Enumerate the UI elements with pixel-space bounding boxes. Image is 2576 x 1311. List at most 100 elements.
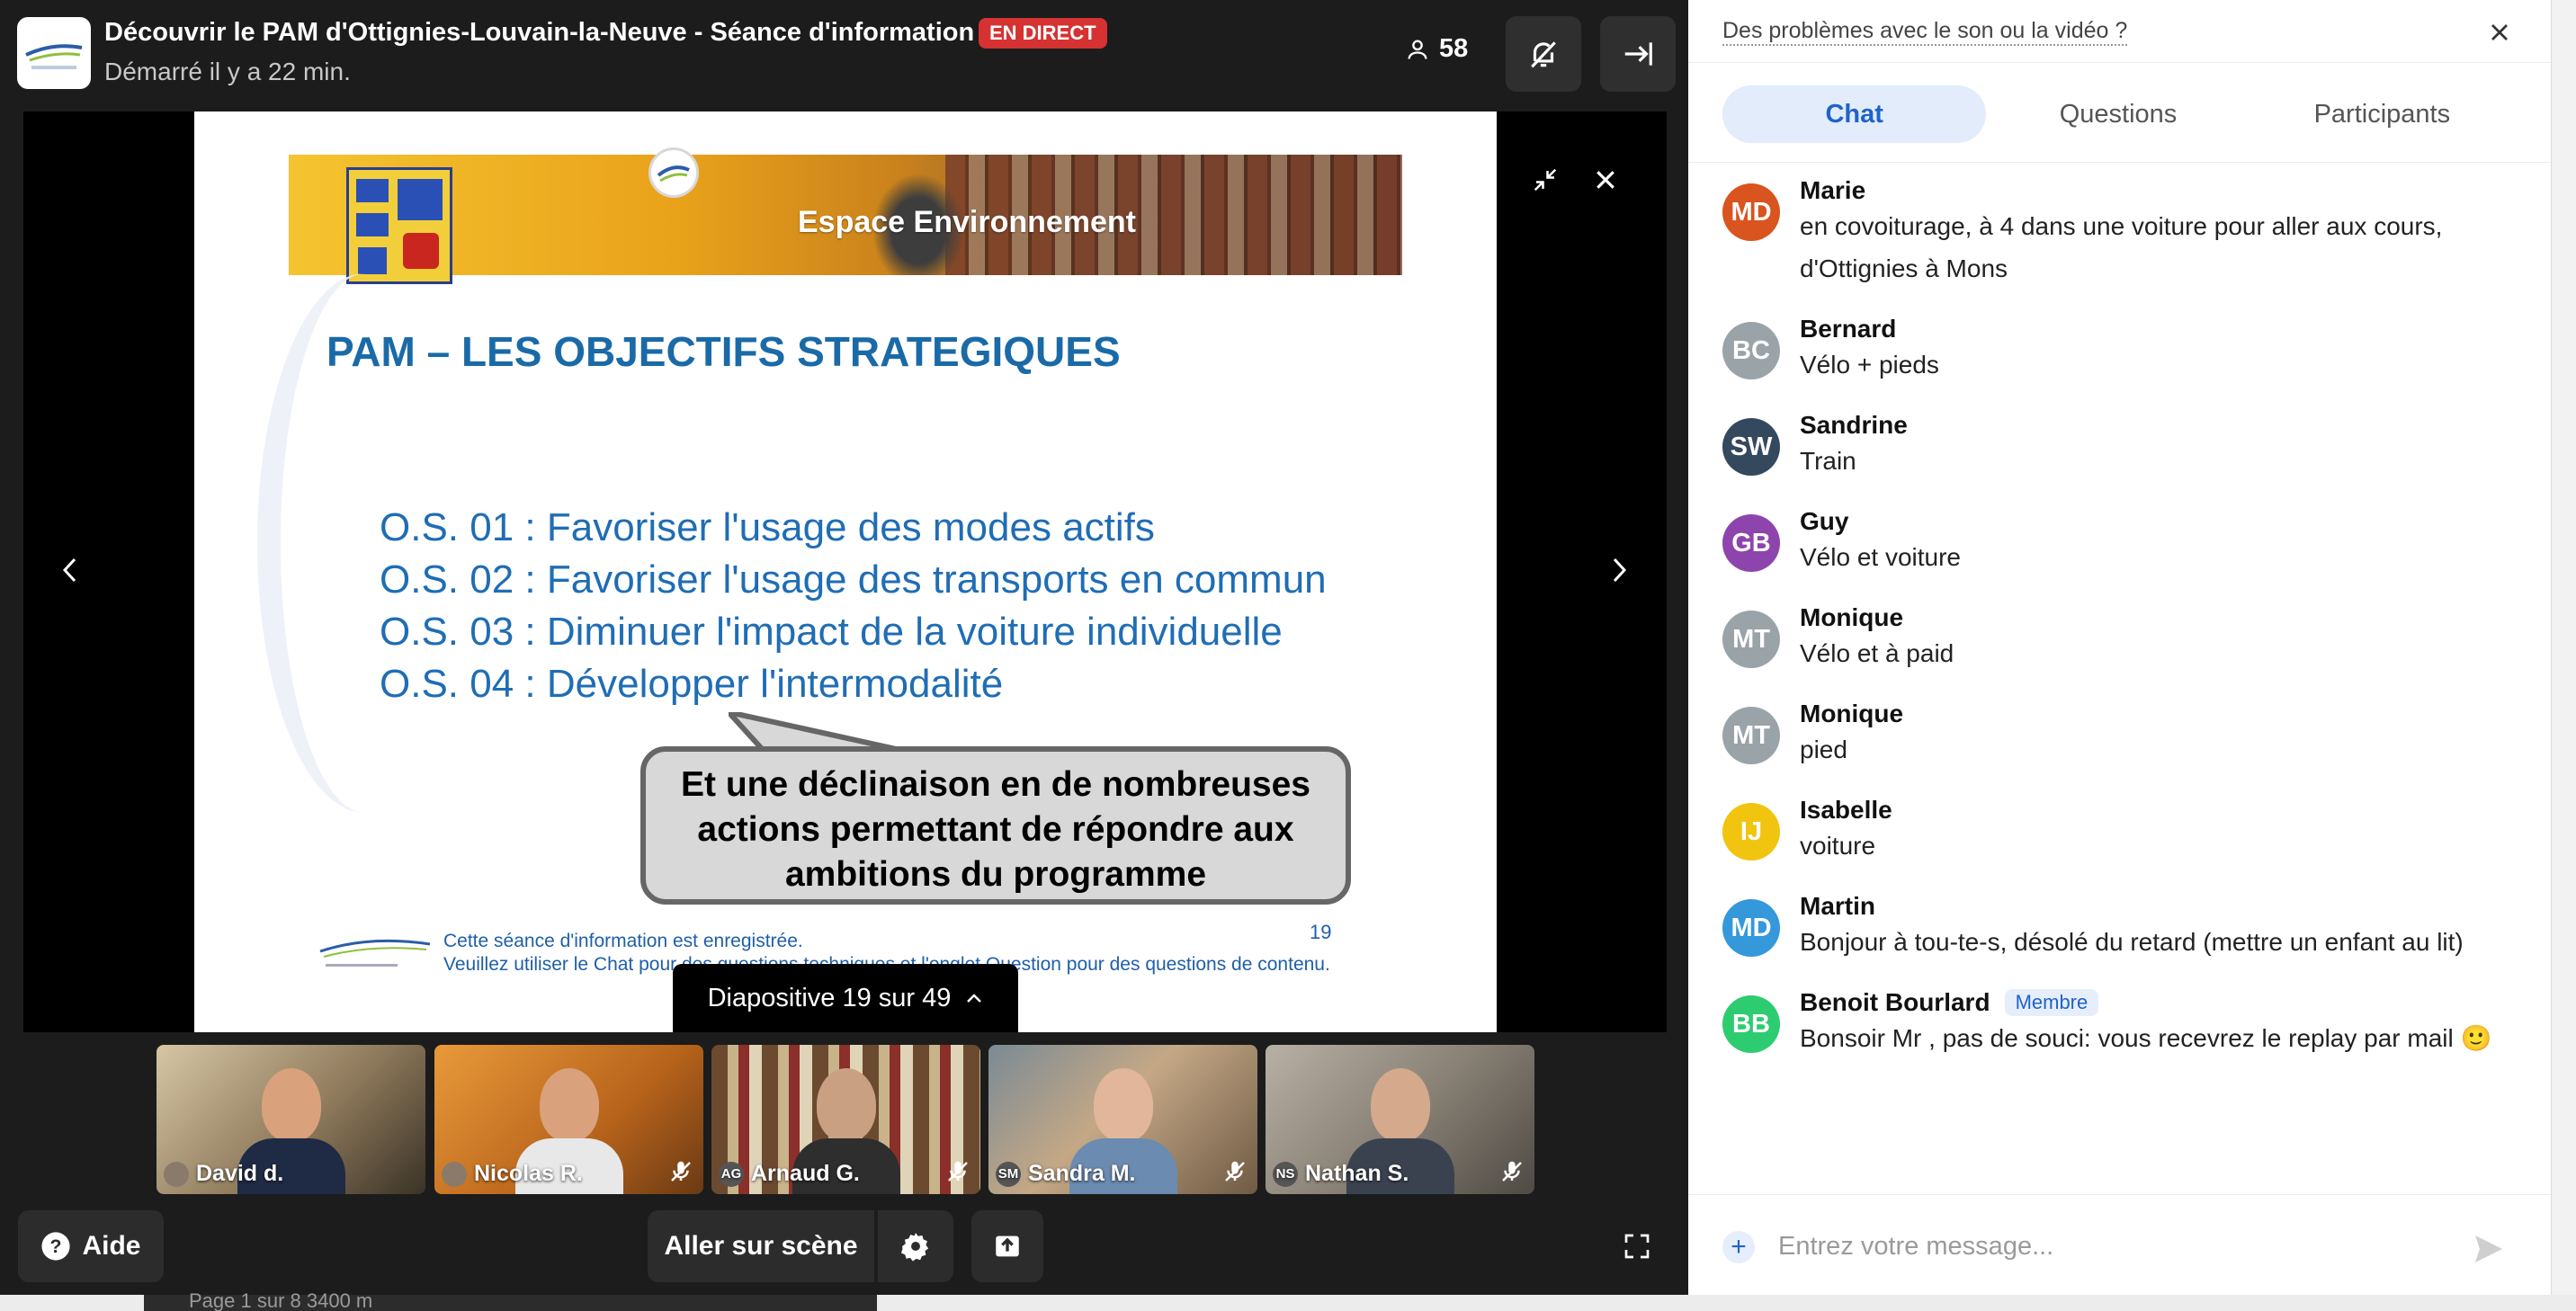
message-author: Monique (1800, 700, 1904, 727)
chat-message: IJ Isabelle voiture (1722, 796, 2514, 867)
chat-message: MT Monique pied (1722, 700, 2514, 771)
message-author: Guy (1800, 507, 1849, 535)
side-panel: Des problèmes avec le son ou la vidéo ? … (1688, 0, 2551, 1295)
participant-count-value: 58 (1439, 34, 1469, 63)
chat-message: BB Benoit Bourlard Membre Bonsoir Mr , p… (1722, 988, 2514, 1059)
message-text: Bonjour à tou-te-s, désolé du retard (me… (1800, 928, 2464, 956)
message-composer: + (1688, 1194, 2551, 1295)
slide-counter-button[interactable]: Diapositive 19 sur 49 (673, 964, 1018, 1032)
add-attachment-button[interactable]: + (1722, 1231, 1755, 1263)
objectives-list: O.S. 01 : Favoriser l'usage des modes ac… (380, 502, 1327, 710)
chevron-up-icon (967, 994, 982, 1003)
chat-message: GB Guy Vélo et voiture (1722, 507, 2514, 578)
participant-video[interactable]: AG Arnaud G. (711, 1045, 980, 1194)
avatar: SW (1722, 418, 1780, 476)
mute-notifications-button[interactable] (1506, 16, 1581, 92)
close-panel-button[interactable] (2485, 18, 2514, 47)
panel-top-bar: Des problèmes avec le son ou la vidéo ? (1688, 0, 2551, 63)
chat-message: MD Martin Bonjour à tou-te-s, désolé du r… (1722, 892, 2514, 963)
participant-avatar (164, 1161, 189, 1187)
event-logo (17, 17, 91, 89)
exit-icon (1624, 42, 1652, 66)
settings-button[interactable] (878, 1210, 953, 1282)
av-problems-link[interactable]: Des problèmes avec le son ou la vidéo ? (1722, 18, 2128, 46)
message-text: Vélo et voiture (1800, 543, 1961, 571)
participant-video[interactable]: SM Sandra M. (988, 1045, 1257, 1194)
plus-icon: + (1731, 1232, 1747, 1262)
message-input[interactable] (1778, 1224, 2426, 1269)
avatar: IJ (1722, 803, 1780, 861)
message-text: Train (1800, 447, 1856, 475)
stage: Découvrir le PAM d'Ottignies-Louvain-la-… (0, 0, 1688, 1295)
message-text: voiture (1800, 832, 1876, 860)
bell-off-icon (1531, 41, 1556, 68)
next-slide-button[interactable] (1601, 547, 1637, 593)
avatar: MD (1722, 183, 1780, 241)
participant-video[interactable]: David d. (157, 1045, 425, 1194)
message-author: Isabelle (1800, 796, 1892, 824)
message-author: Marie (1800, 176, 1866, 204)
slide-callout: Et une déclinaison en de nombreuses acti… (640, 746, 1351, 905)
upload-icon (996, 1235, 1019, 1257)
minimize-slide-button[interactable] (1525, 160, 1565, 200)
send-icon (2475, 1235, 2502, 1262)
message-text: Bonsoir Mr , pas de souci: vous recevrez… (1800, 1024, 2492, 1052)
chat-message: SW Sandrine Train (1722, 411, 2514, 482)
avatar: BB (1722, 995, 1780, 1053)
event-title: Découvrir le PAM d'Ottignies-Louvain-la-… (104, 18, 975, 47)
message-text: pied (1800, 736, 1847, 763)
participant-avatar: SM (996, 1161, 1021, 1187)
slide-banner: Espace Environnement (289, 147, 1402, 284)
mic-off-icon (1502, 1161, 1522, 1182)
previous-slide-button[interactable] (52, 547, 88, 593)
event-started-time: Démarré il y a 22 min. (104, 58, 351, 85)
member-badge: Membre (2004, 989, 2099, 1016)
participant-video[interactable]: NS Nathan S. (1266, 1045, 1534, 1194)
coat-of-arms (346, 167, 452, 284)
objective-item: O.S. 03 : Diminuer l'impact de la voitur… (380, 610, 1283, 654)
tab-questions[interactable]: Questions (1986, 85, 2250, 143)
help-button[interactable]: ? Aide (18, 1210, 164, 1282)
fullscreen-icon (1624, 1234, 1650, 1259)
espace-environnement-logo (648, 147, 699, 198)
leave-button[interactable] (1600, 16, 1676, 92)
participant-count[interactable]: 58 (1405, 34, 1468, 64)
live-badge: EN DIRECT (979, 18, 1107, 49)
objective-item: O.S. 02 : Favoriser l'usage des transpor… (380, 557, 1327, 602)
background-window: Page 1 sur 8 3400 m (0, 1289, 2576, 1311)
participant-avatar (442, 1161, 467, 1187)
background-window-edge (2551, 0, 2576, 1295)
share-screen-button[interactable] (971, 1210, 1043, 1282)
chevron-right-icon (1613, 557, 1627, 583)
message-author: Benoit Bourlard Membre (1800, 988, 2514, 1017)
tab-participants[interactable]: Participants (2250, 85, 2514, 143)
message-text: en covoiturage, à 4 dans une voiture pou… (1800, 212, 2443, 282)
participant-video[interactable]: Nicolas R. (434, 1045, 703, 1194)
svg-text:?: ? (50, 1235, 62, 1257)
close-slide-button[interactable] (1586, 160, 1625, 200)
mic-off-icon (1225, 1161, 1245, 1182)
help-icon: ? (41, 1232, 71, 1261)
gear-icon (900, 1233, 929, 1262)
slide-number: 19 (1310, 921, 1332, 943)
message-author: Bernard (1800, 315, 1897, 343)
person-icon (1408, 40, 1427, 59)
objective-item: O.S. 01 : Favoriser l'usage des modes ac… (380, 505, 1155, 549)
tab-chat[interactable]: Chat (1722, 85, 1987, 143)
chat-message: BC Bernard Vélo + pieds (1722, 315, 2514, 386)
collapse-icon (1534, 168, 1557, 192)
go-on-stage-button[interactable]: Aller sur scène (648, 1210, 874, 1282)
slide-title: PAM – LES OBJECTIFS STRATEGIQUES (326, 328, 1121, 375)
message-author: Sandrine (1800, 411, 1908, 439)
chat-message: MT Monique Vélo et à paid (1722, 603, 2514, 674)
mic-off-icon (671, 1161, 691, 1182)
chat-message: MD Marie en covoiturage, à 4 dans une voi… (1722, 176, 2514, 290)
send-button[interactable] (2471, 1231, 2507, 1267)
avatar: GB (1722, 514, 1780, 572)
avatar: MD (1722, 899, 1780, 957)
avatar: MT (1722, 611, 1780, 668)
fullscreen-button[interactable] (1601, 1210, 1673, 1282)
message-author: Martin (1800, 892, 1875, 920)
avatar: MT (1722, 707, 1780, 764)
panel-tabs: Chat Questions Participants (1722, 85, 2514, 143)
